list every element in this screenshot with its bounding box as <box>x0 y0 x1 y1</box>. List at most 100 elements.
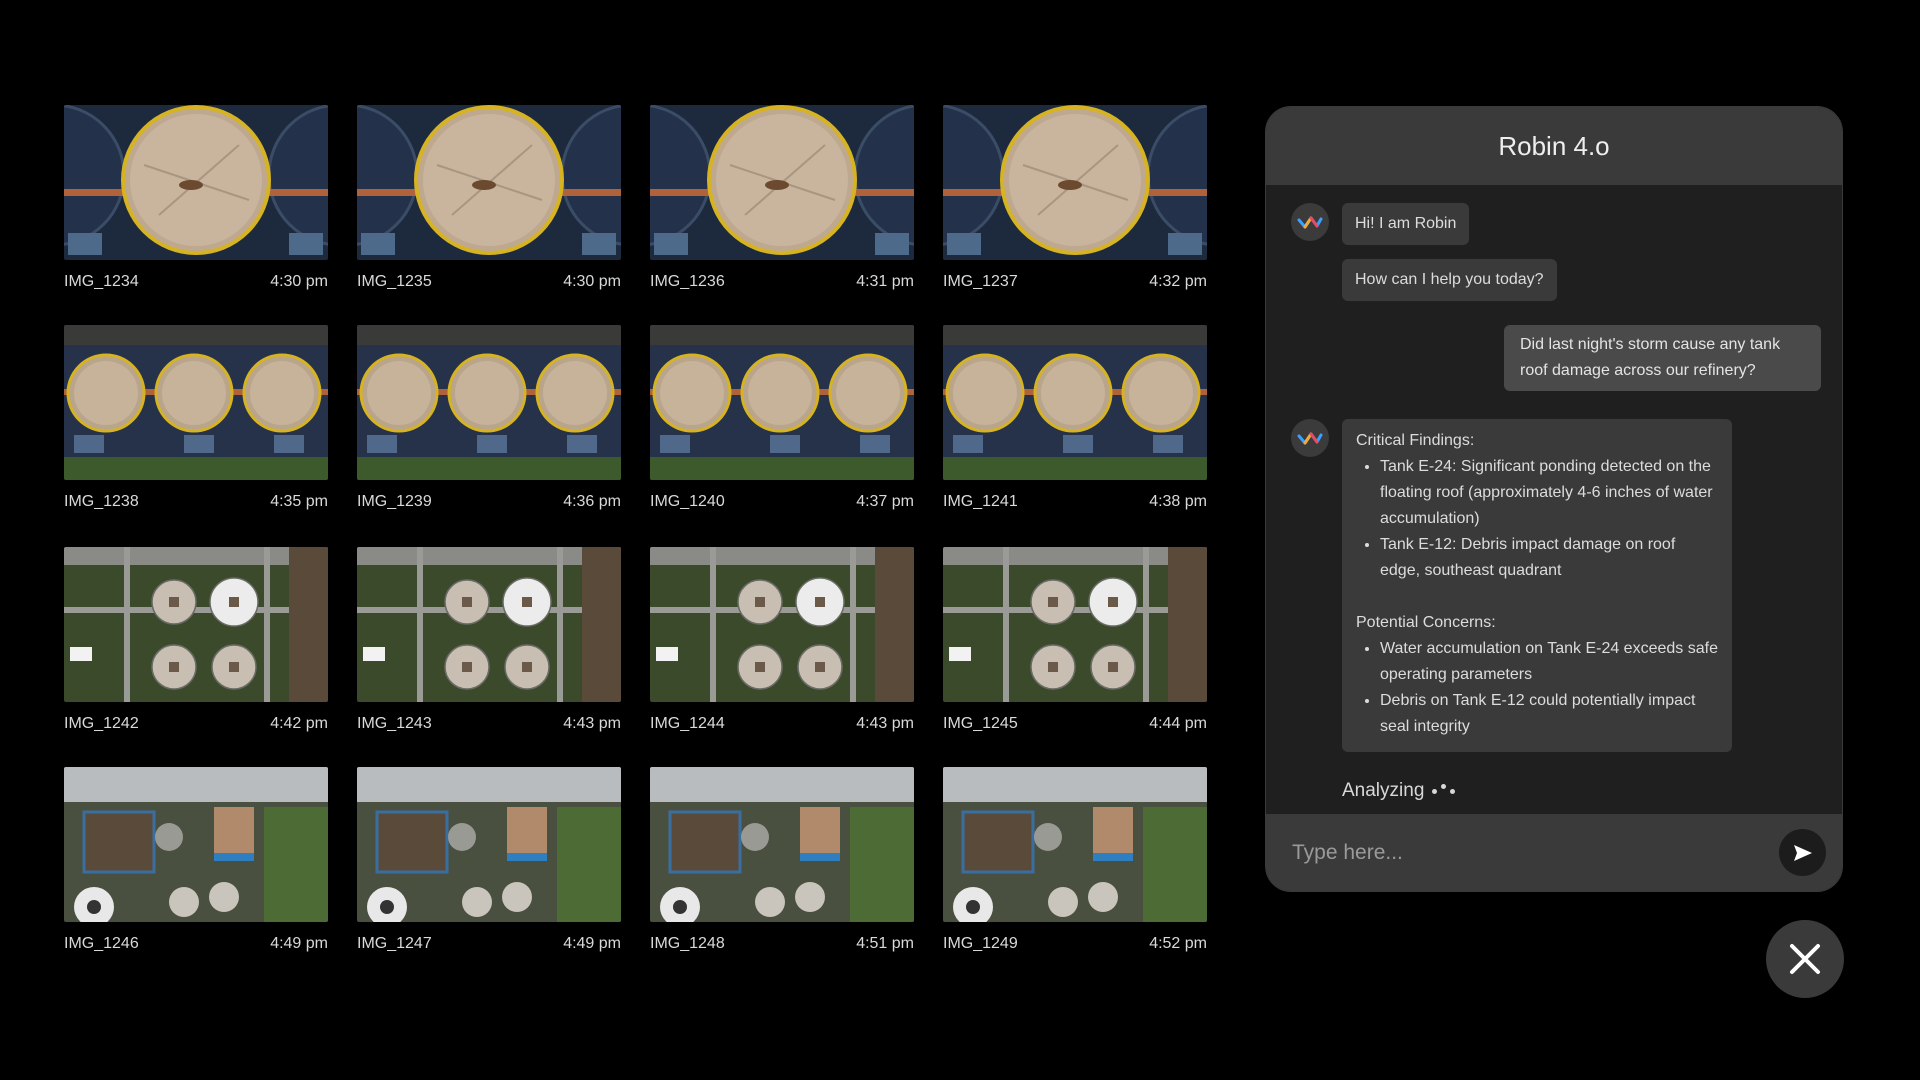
image-caption: IMG_1246 4:49 pm <box>64 935 328 953</box>
user-message-text: Did last night's storm cause any tank ro… <box>1520 336 1781 379</box>
image-thumbnail[interactable] <box>64 105 328 260</box>
chat-messages[interactable]: Hi! I am Robin How can I help you today?… <box>1266 185 1842 815</box>
potential-concerns-list: Water accumulation on Tank E-24 exceeds … <box>1356 636 1718 740</box>
image-filename: IMG_1235 <box>357 273 432 290</box>
image-card[interactable]: IMG_1235 4:30 pm <box>357 105 621 291</box>
image-filename: IMG_1247 <box>357 935 432 952</box>
analyzing-status: Analyzing <box>1342 780 1456 802</box>
image-filename: IMG_1240 <box>650 493 725 510</box>
image-thumbnail[interactable] <box>943 547 1207 702</box>
image-caption: IMG_1243 4:43 pm <box>357 715 621 733</box>
image-card[interactable]: IMG_1242 4:42 pm <box>64 547 328 733</box>
image-timestamp: 4:32 pm <box>1149 273 1207 290</box>
image-caption: IMG_1236 4:31 pm <box>650 273 914 291</box>
image-card[interactable]: IMG_1234 4:30 pm <box>64 105 328 291</box>
image-card[interactable]: IMG_1247 4:49 pm <box>357 767 621 953</box>
bot-greeting-text: Hi! I am Robin <box>1355 215 1457 232</box>
image-filename: IMG_1237 <box>943 273 1018 290</box>
image-caption: IMG_1242 4:42 pm <box>64 715 328 733</box>
image-caption: IMG_1241 4:38 pm <box>943 493 1207 511</box>
image-card[interactable]: IMG_1238 4:35 pm <box>64 325 328 511</box>
chat-title: Robin 4.o <box>1498 130 1610 161</box>
list-item: Tank E-24: Significant ponding detected … <box>1380 454 1718 532</box>
image-caption: IMG_1237 4:32 pm <box>943 273 1207 291</box>
image-caption: IMG_1245 4:44 pm <box>943 715 1207 733</box>
chat-input-bar <box>1266 814 1842 891</box>
image-timestamp: 4:49 pm <box>563 935 621 952</box>
typing-dots-icon <box>1432 783 1456 794</box>
image-thumbnail[interactable] <box>650 547 914 702</box>
image-thumbnail[interactable] <box>943 325 1207 480</box>
image-thumbnail[interactable] <box>64 325 328 480</box>
image-filename: IMG_1244 <box>650 715 725 732</box>
robin-logo-icon <box>1291 203 1329 241</box>
bot-message: How can I help you today? <box>1342 259 1557 301</box>
image-filename: IMG_1234 <box>64 273 139 290</box>
image-card[interactable]: IMG_1240 4:37 pm <box>650 325 914 511</box>
image-timestamp: 4:35 pm <box>270 493 328 510</box>
image-caption: IMG_1240 4:37 pm <box>650 493 914 511</box>
image-timestamp: 4:30 pm <box>563 273 621 290</box>
image-thumbnail[interactable] <box>650 105 914 260</box>
analyzing-text: Analyzing <box>1342 780 1425 801</box>
robin-logo-icon <box>1291 419 1329 457</box>
image-filename: IMG_1246 <box>64 935 139 952</box>
bot-response: Critical Findings: Tank E-24: Significan… <box>1342 419 1732 752</box>
image-caption: IMG_1239 4:36 pm <box>357 493 621 511</box>
list-item: Debris on Tank E-12 could potentially im… <box>1380 688 1718 740</box>
image-timestamp: 4:37 pm <box>856 493 914 510</box>
image-thumbnail[interactable] <box>64 547 328 702</box>
list-item: Tank E-12: Debris impact damage on roof … <box>1380 532 1718 584</box>
image-caption: IMG_1247 4:49 pm <box>357 935 621 953</box>
image-filename: IMG_1238 <box>64 493 139 510</box>
image-filename: IMG_1249 <box>943 935 1018 952</box>
potential-concerns-title: Potential Concerns: <box>1356 614 1496 631</box>
image-card[interactable]: IMG_1246 4:49 pm <box>64 767 328 953</box>
image-thumbnail[interactable] <box>357 105 621 260</box>
image-thumbnail[interactable] <box>357 547 621 702</box>
image-thumbnail[interactable] <box>943 767 1207 922</box>
image-card[interactable]: IMG_1244 4:43 pm <box>650 547 914 733</box>
image-card[interactable]: IMG_1237 4:32 pm <box>943 105 1207 291</box>
image-card[interactable]: IMG_1243 4:43 pm <box>357 547 621 733</box>
chat-panel: Robin 4.o Hi! I am Robin How can I help … <box>1265 106 1843 892</box>
send-button[interactable] <box>1779 829 1826 876</box>
image-timestamp: 4:51 pm <box>856 935 914 952</box>
close-icon <box>1790 944 1820 974</box>
image-card[interactable]: IMG_1241 4:38 pm <box>943 325 1207 511</box>
bot-message: Hi! I am Robin <box>1342 203 1470 245</box>
app-root: IMG_1234 4:30 pm IMG_1235 4:30 pm IMG_1236 4:… <box>0 0 1920 1080</box>
critical-findings-list: Tank E-24: Significant ponding detected … <box>1356 454 1718 584</box>
image-caption: IMG_1248 4:51 pm <box>650 935 914 953</box>
image-timestamp: 4:43 pm <box>856 715 914 732</box>
image-card[interactable]: IMG_1248 4:51 pm <box>650 767 914 953</box>
image-caption: IMG_1244 4:43 pm <box>650 715 914 733</box>
image-caption: IMG_1238 4:35 pm <box>64 493 328 511</box>
image-filename: IMG_1245 <box>943 715 1018 732</box>
image-thumbnail[interactable] <box>357 767 621 922</box>
list-item: Water accumulation on Tank E-24 exceeds … <box>1380 636 1718 688</box>
image-card[interactable]: IMG_1249 4:52 pm <box>943 767 1207 953</box>
image-thumbnail[interactable] <box>64 767 328 922</box>
image-filename: IMG_1242 <box>64 715 139 732</box>
image-timestamp: 4:42 pm <box>270 715 328 732</box>
image-filename: IMG_1243 <box>357 715 432 732</box>
image-thumbnail[interactable] <box>357 325 621 480</box>
image-filename: IMG_1236 <box>650 273 725 290</box>
image-card[interactable]: IMG_1245 4:44 pm <box>943 547 1207 733</box>
image-thumbnail[interactable] <box>943 105 1207 260</box>
critical-findings-title: Critical Findings: <box>1356 432 1475 449</box>
image-caption: IMG_1234 4:30 pm <box>64 273 328 291</box>
chat-input[interactable] <box>1290 832 1754 874</box>
image-card[interactable]: IMG_1239 4:36 pm <box>357 325 621 511</box>
image-filename: IMG_1239 <box>357 493 432 510</box>
image-thumbnail[interactable] <box>650 767 914 922</box>
image-filename: IMG_1241 <box>943 493 1018 510</box>
close-button[interactable] <box>1766 920 1844 998</box>
image-thumbnail[interactable] <box>650 325 914 480</box>
image-timestamp: 4:36 pm <box>563 493 621 510</box>
user-message: Did last night's storm cause any tank ro… <box>1504 325 1821 391</box>
send-icon <box>1793 844 1812 861</box>
image-card[interactable]: IMG_1236 4:31 pm <box>650 105 914 291</box>
image-timestamp: 4:43 pm <box>563 715 621 732</box>
